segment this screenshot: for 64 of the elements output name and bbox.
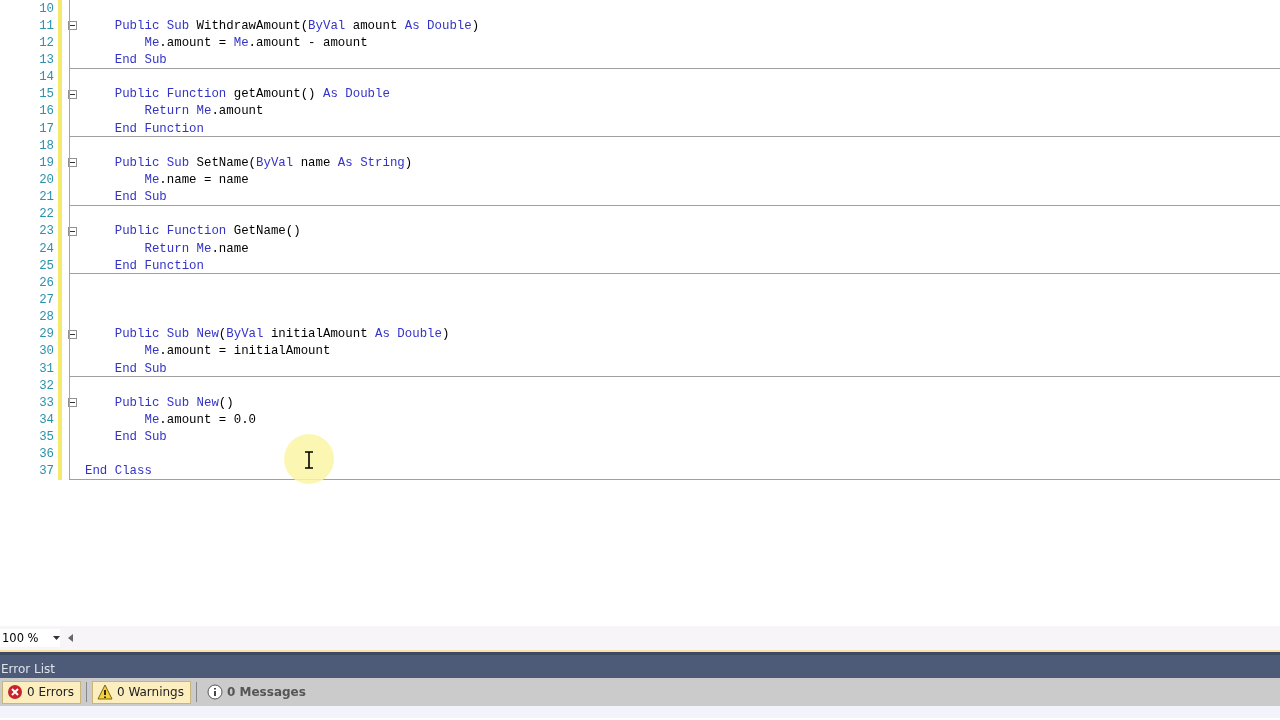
code-line: Me.name = name [143,172,249,187]
line-number: 22 [38,207,54,222]
line-number: 27 [38,292,54,307]
code-line: Public Sub WithdrawAmount(ByVal amount As Double) [113,18,480,33]
code-line: Me.amount = Me.amount - amount [143,35,368,50]
line-number: 33 [38,395,54,410]
code-line: Public Function getAmount() As Double [113,87,390,102]
line-number: 17 [38,121,54,136]
line-number: 23 [38,224,54,239]
line-number: 31 [38,361,54,376]
caret-icon[interactable] [53,636,60,640]
code-line: Public Sub New(ByVal initialAmount As Double) [113,327,450,342]
text-cursor-icon [284,434,334,484]
code-line: End Sub [113,430,167,445]
line-number: 20 [38,172,54,187]
collapse-icon[interactable] [67,89,77,99]
code-line: End Class [85,464,152,479]
line-number: 36 [38,447,54,462]
zoom-dropdown[interactable]: 100 % [0,629,60,647]
line-number: 34 [38,412,54,427]
line-number: 12 [38,35,54,50]
collapse-icon[interactable] [67,226,77,236]
code-line: Return Me.amount [143,104,264,119]
line-number: 26 [38,275,54,290]
info-icon [207,684,223,700]
collapse-icon[interactable] [67,398,77,408]
collapse-icon[interactable] [67,158,77,168]
line-number: 21 [38,190,54,205]
error-icon [7,684,23,700]
line-number: 37 [38,464,54,479]
line-number: 24 [38,241,54,256]
collapse-icon[interactable] [67,329,77,339]
filter-button[interactable]: 0 Errors [2,680,81,704]
line-number: 10 [38,1,54,16]
line-number: 11 [38,18,54,33]
line-number: 19 [38,155,54,170]
code-line: End Sub [113,190,167,205]
line-number: 25 [38,258,54,273]
code-line: End Function [113,121,204,136]
filter-button[interactable]: 0 Messages [202,680,313,704]
code-line: End Sub [113,361,167,376]
line-number: 18 [38,138,54,153]
line-number: 35 [38,430,54,445]
code-line: Return Me.name [143,241,249,256]
code-line: Public Function GetName() [113,224,301,239]
code-line: Public Sub New() [113,395,234,410]
code-line: End Function [113,258,204,273]
code-line: Me.amount = initialAmount [143,344,331,359]
line-number: 30 [38,344,54,359]
line-number: 28 [38,310,54,325]
filter-button[interactable]: 0 Warnings [91,680,191,704]
code-line: Public Sub SetName(ByVal name As String) [113,155,413,170]
line-number: 16 [38,104,54,119]
collapse-icon[interactable] [67,21,77,31]
code-line: Me.amount = 0.0 [143,412,257,427]
line-number: 29 [38,327,54,342]
line-number: 32 [38,378,54,393]
line-number: 15 [38,87,54,102]
line-number: 14 [38,70,54,85]
code-line: End Sub [113,53,167,67]
warning-icon [96,684,113,700]
scroll-left-icon[interactable] [68,634,74,642]
line-number: 13 [38,53,54,67]
panel-title: Error List [0,652,1280,678]
